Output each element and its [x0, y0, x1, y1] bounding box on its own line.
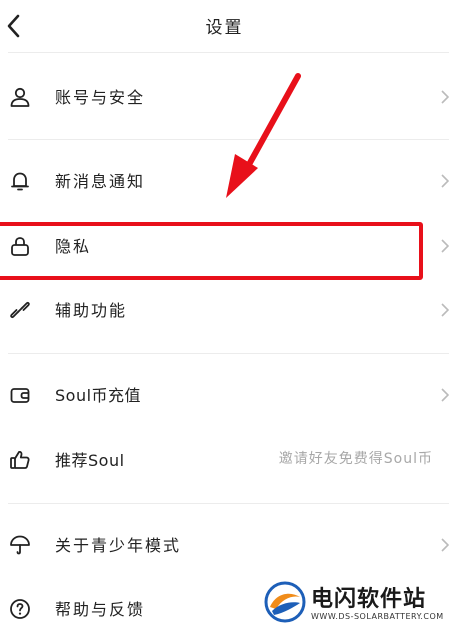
settings-item-label: 推荐Soul — [55, 451, 125, 470]
watermark-domain: WWW.DS-SOLARBATTERY.COM — [311, 612, 444, 621]
chevron-right-icon — [441, 239, 449, 253]
divider — [8, 353, 449, 354]
settings-item-teen-mode[interactable]: 关于青少年模式 — [0, 517, 449, 573]
header-bar: 设置 — [0, 0, 449, 52]
settings-item-label: 帮助与反馈 — [55, 600, 146, 619]
user-icon — [10, 87, 30, 107]
help-icon — [10, 599, 30, 619]
watermark-name: 电闪软件站 — [311, 587, 427, 612]
settings-item-hint: 邀请好友免费得Soul币 — [278, 451, 433, 467]
settings-item-label: 辅助功能 — [55, 301, 128, 320]
settings-item-account-security[interactable]: 账号与安全 — [0, 69, 449, 125]
chevron-right-icon — [441, 174, 449, 188]
wallet-icon — [10, 388, 30, 403]
settings-item-accessibility[interactable]: 辅助功能 — [0, 282, 449, 338]
site-logo-icon — [264, 581, 306, 623]
chevron-right-icon — [441, 538, 449, 552]
settings-item-notifications[interactable]: 新消息通知 — [0, 153, 449, 209]
divider — [8, 139, 449, 140]
chevron-right-icon — [441, 388, 449, 402]
settings-item-recommend-soul[interactable]: 推荐Soul 邀请好友免费得Soul币 — [0, 432, 449, 488]
settings-item-label: Soul币充值 — [55, 386, 142, 405]
privacy-highlight-box — [0, 222, 423, 280]
settings-item-label: 新消息通知 — [55, 172, 146, 191]
bell-icon — [11, 172, 29, 191]
settings-item-label: 关于青少年模式 — [55, 536, 182, 555]
watermark: 电闪软件站 WWW.DS-SOLARBATTERY.COM — [262, 578, 449, 628]
thumbs-up-icon — [10, 450, 30, 469]
chevron-right-icon — [441, 90, 449, 104]
settings-item-soul-coin-topup[interactable]: Soul币充值 — [0, 367, 449, 423]
settings-item-label: 账号与安全 — [55, 88, 146, 107]
link-icon — [10, 301, 30, 319]
page-title: 设置 — [205, 18, 244, 38]
divider — [8, 503, 449, 504]
umbrella-icon — [10, 535, 30, 555]
divider — [8, 52, 449, 53]
chevron-right-icon — [441, 303, 449, 317]
